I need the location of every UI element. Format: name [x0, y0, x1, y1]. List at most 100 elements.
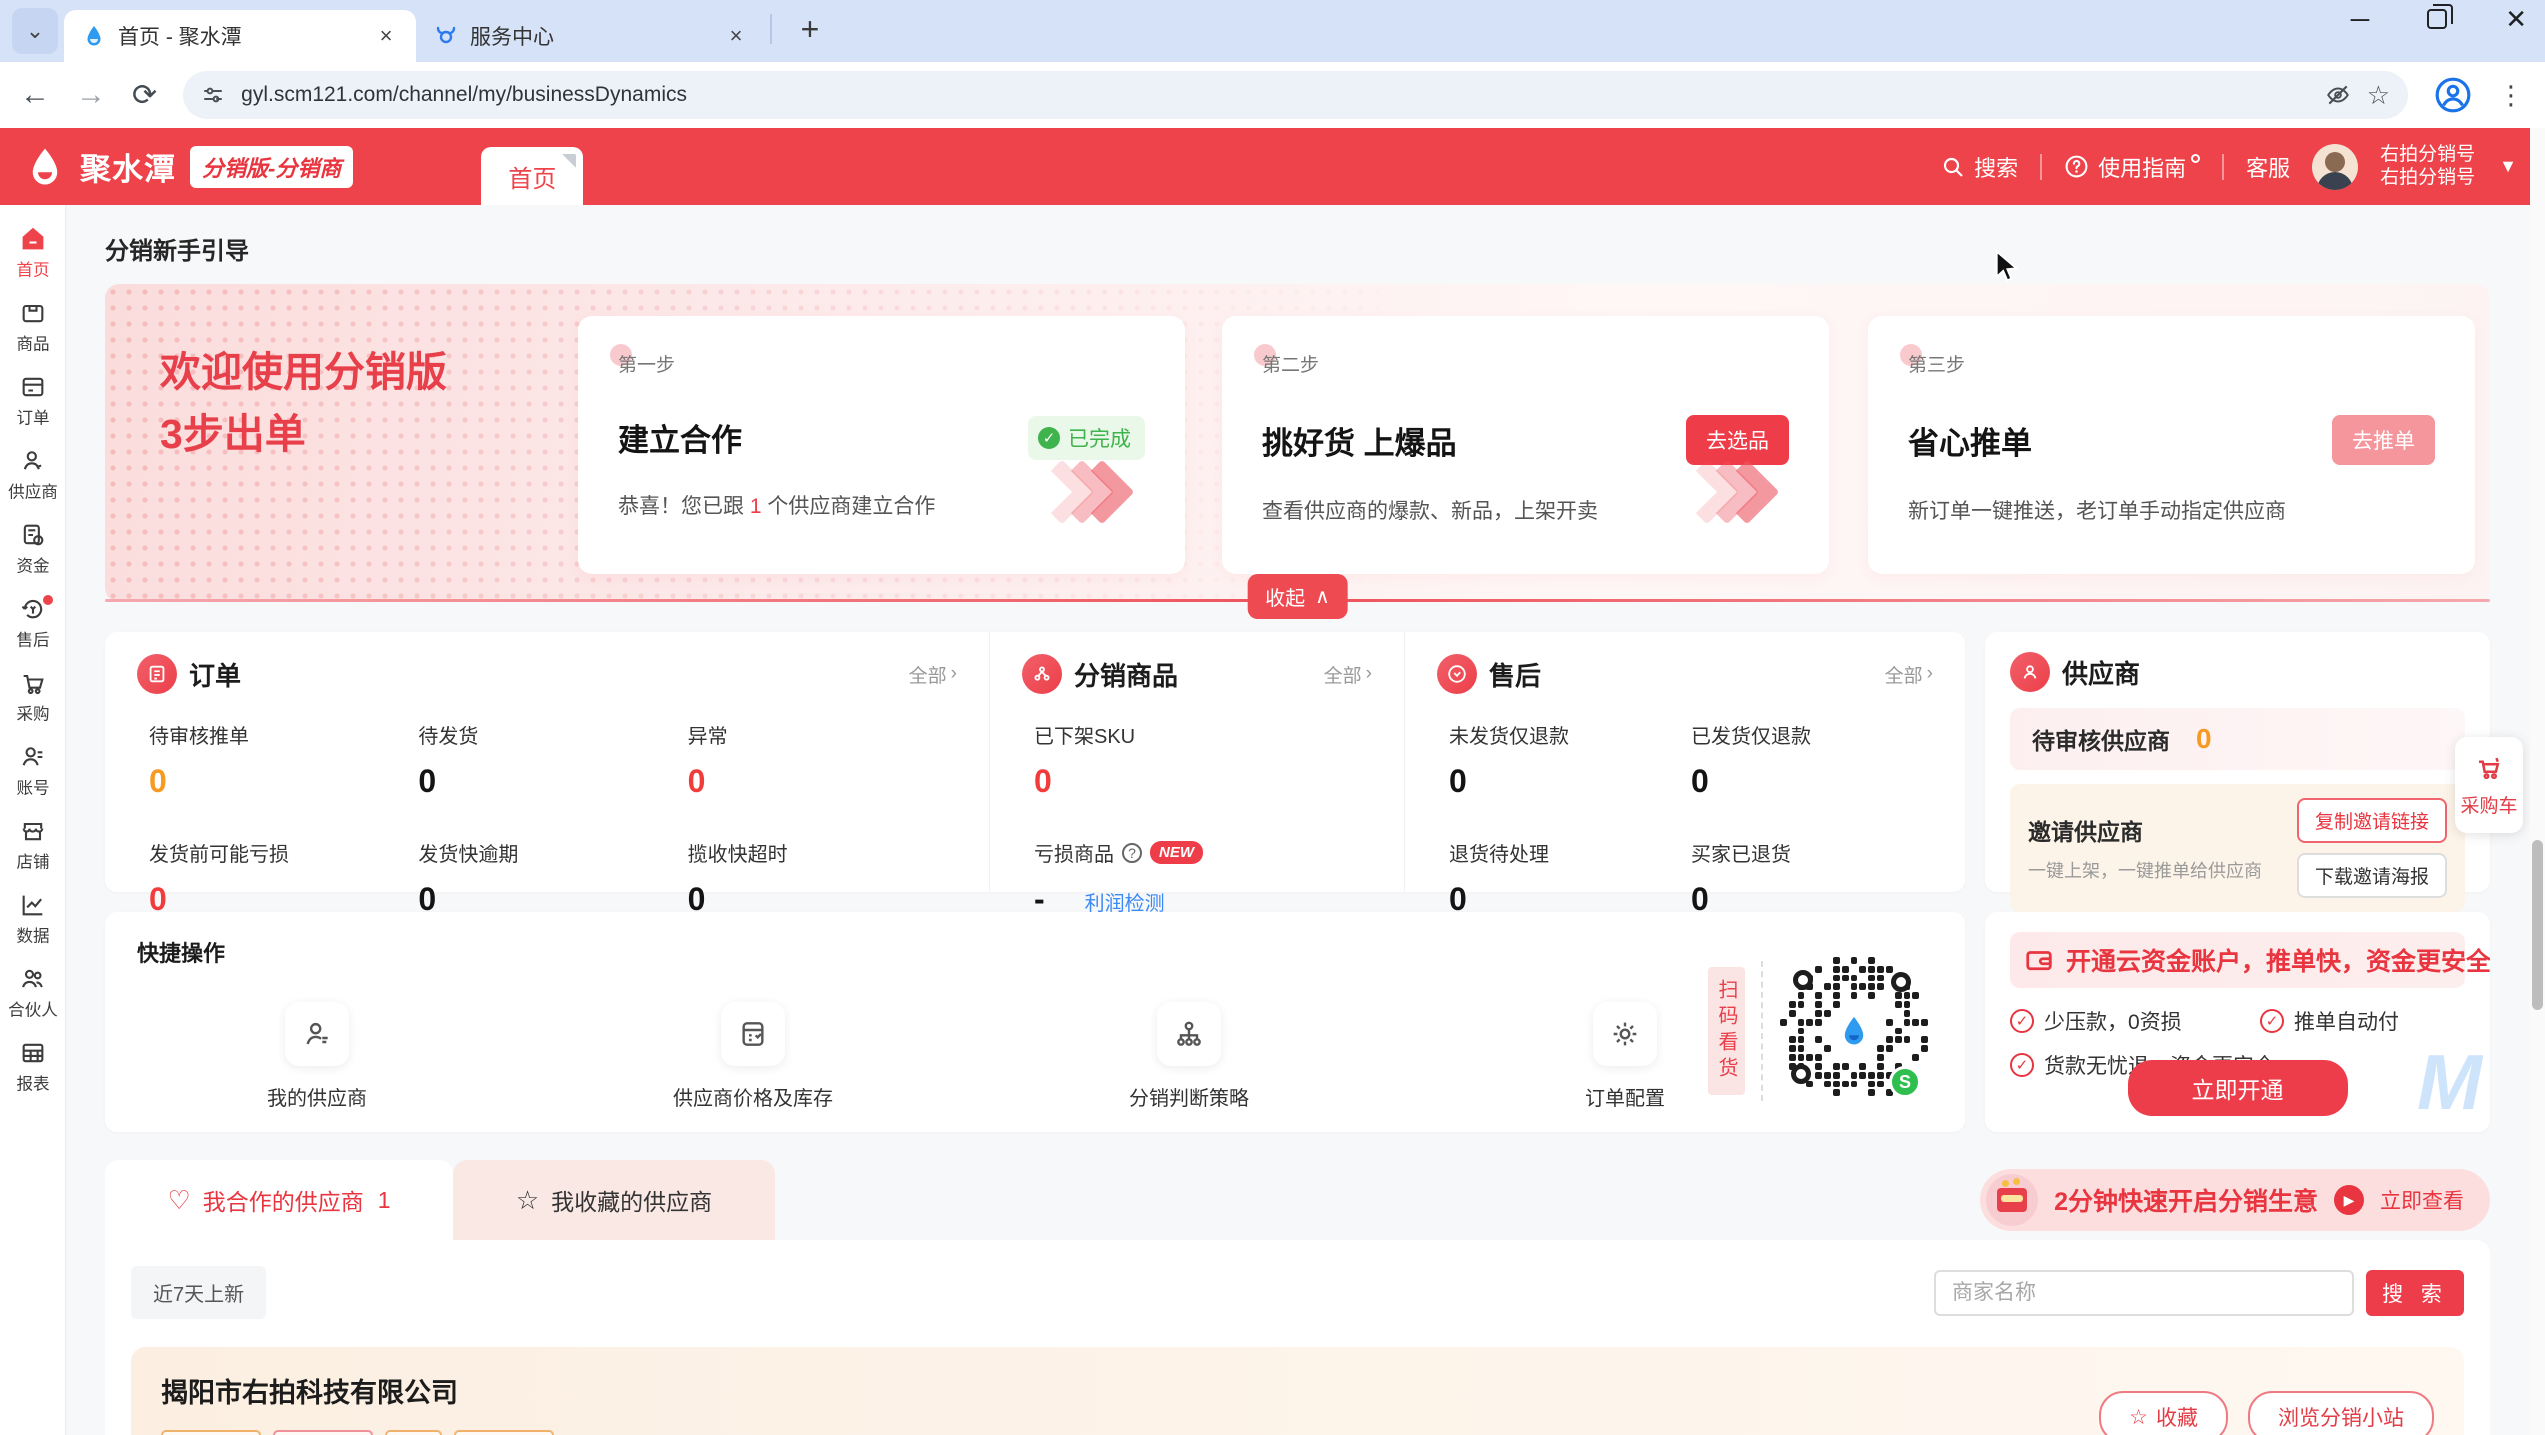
stat-item[interactable]: 发货前可能亏损0: [149, 838, 418, 918]
page-title: 分销新手引导: [105, 231, 2490, 266]
check-icon: ✓: [2010, 1009, 2034, 1033]
aftersales-all-link[interactable]: 全部›: [1885, 661, 1933, 688]
products-all-link[interactable]: 全部›: [1324, 661, 1372, 688]
funds-icon: [19, 521, 47, 549]
step-card-2: 第二步 挑好货 上爆品 去选品 查看供应商的爆款、新品，上架开卖: [1222, 316, 1829, 574]
sidebar-item-suppliers[interactable]: 供应商: [1, 441, 65, 509]
forward-icon[interactable]: →: [76, 78, 106, 112]
merchant-name-input[interactable]: [1934, 1270, 2354, 1316]
wallet-icon: [2024, 945, 2054, 975]
quick-action-distribution-strategy[interactable]: 分销判断策略: [1109, 1002, 1269, 1111]
purchase-cart-float-button[interactable]: 采购车: [2455, 737, 2523, 833]
minimize-button[interactable]: ─: [2351, 6, 2369, 32]
quick-action-supplier-prices[interactable]: 供应商价格及库存: [673, 1002, 833, 1111]
sidebar-item-data[interactable]: 数据: [1, 885, 65, 953]
go-pick-products-button[interactable]: 去选品: [1686, 415, 1789, 465]
sidebar-item-partners[interactable]: 合伙人: [1, 959, 65, 1027]
sidebar-item-shops[interactable]: 店铺: [1, 811, 65, 879]
stat-item[interactable]: 异常0: [688, 720, 957, 800]
browser-tab-home[interactable]: 首页 - 聚水潭 ×: [64, 10, 416, 62]
account-name[interactable]: 右拍分销号 右拍分销号: [2380, 144, 2475, 190]
aftersales-notification-dot: [43, 595, 53, 605]
collect-button[interactable]: ☆收藏: [2099, 1391, 2228, 1435]
sidebar-item-products[interactable]: 商品: [1, 293, 65, 361]
reload-icon[interactable]: ⟳: [132, 78, 157, 113]
sidebar-item-purchase[interactable]: 采购: [1, 663, 65, 731]
orders-all-link[interactable]: 全部›: [909, 661, 957, 688]
search-button[interactable]: 搜 索: [2366, 1270, 2464, 1316]
guide-menu-item[interactable]: 使用指南: [2064, 151, 2200, 183]
stat-item[interactable]: 未发货仅退款0: [1449, 720, 1691, 800]
stat-item[interactable]: 已发货仅退款0: [1691, 720, 1933, 800]
aftersales-icon: [1437, 654, 1477, 694]
edition-badge: 分销版-分销商: [190, 146, 353, 188]
customer-service-menu-item[interactable]: 客服: [2246, 151, 2290, 183]
restore-button[interactable]: [2427, 9, 2447, 29]
suppliers-icon: [2010, 652, 2050, 692]
sidebar-item-home[interactable]: 首页: [1, 219, 65, 287]
stat-item[interactable]: 退货待处理0: [1449, 838, 1691, 918]
sidebar-item-reports[interactable]: 报表: [1, 1033, 65, 1101]
browser-profile-icon[interactable]: [2434, 76, 2472, 114]
data-icon: [19, 891, 47, 919]
tab-favorite-suppliers[interactable]: ☆ 我收藏的供应商: [453, 1160, 775, 1240]
stat-item[interactable]: 待审核推单0: [149, 720, 418, 800]
address-bar[interactable]: gyl.scm121.com/channel/my/businessDynami…: [183, 71, 2408, 119]
stat-item[interactable]: 待发货0: [418, 720, 687, 800]
help-icon[interactable]: ?: [1122, 843, 1142, 863]
bookmark-star-icon[interactable]: ☆: [2367, 80, 2390, 111]
scrollbar-thumb[interactable]: [2532, 840, 2543, 1010]
quick-action-order-config[interactable]: 订单配置: [1545, 1002, 1705, 1111]
close-window-button[interactable]: ✕: [2505, 6, 2527, 32]
copy-invite-link-button[interactable]: 复制邀请链接: [2297, 798, 2447, 843]
chevron-right-icon: ›: [951, 663, 957, 685]
tab-close-icon[interactable]: ×: [372, 22, 400, 50]
sidebar-item-funds[interactable]: 资金: [1, 515, 65, 583]
tab-close-icon[interactable]: ×: [722, 22, 750, 50]
pending-suppliers-box[interactable]: 待审核供应商 0: [2010, 708, 2465, 770]
cloud-wallet-card: 开通云资金账户，推单快，资金更安全 ✓少压款，0资损 ✓推单自动付 ✓货款无忧退…: [1985, 912, 2490, 1132]
my-suppliers-icon: [285, 1002, 349, 1066]
view-now-link[interactable]: 立即查看: [2380, 1185, 2464, 1215]
loss-products-item[interactable]: 亏损商品?NEW -利润检测: [1034, 838, 1372, 918]
go-push-order-button[interactable]: 去推单: [2332, 415, 2435, 465]
page-scrollbar[interactable]: [2530, 128, 2545, 1435]
tab-cooperating-suppliers[interactable]: ♡ 我合作的供应商 1: [105, 1160, 453, 1240]
filter-chip-new-arrivals[interactable]: 近7天上新: [131, 1266, 266, 1319]
open-wallet-button[interactable]: 立即开通: [2128, 1060, 2348, 1116]
search-menu-item[interactable]: 搜索: [1941, 151, 2018, 183]
quick-start-promo[interactable]: 2分钟快速开启分销生意 ▶ 立即查看: [1980, 1169, 2490, 1231]
badge-aftersale-handling: 处理售后: [454, 1430, 554, 1435]
privacy-eye-icon[interactable]: [2325, 82, 2351, 108]
shop-icon: [19, 817, 47, 845]
download-invite-poster-button[interactable]: 下载邀请海报: [2297, 853, 2447, 898]
screen: ⌄ 首页 - 聚水潭 × 服务中心 × + ─ ✕ ← → ⟳ gyl.scm1…: [0, 0, 2545, 1435]
stat-item[interactable]: 买家已退货0: [1691, 838, 1933, 918]
collapse-button[interactable]: 收起 ∧: [1247, 574, 1348, 619]
stat-item[interactable]: 发货快逾期0: [418, 838, 687, 918]
visit-station-button[interactable]: 浏览分销小站: [2248, 1391, 2434, 1435]
order-icon: [19, 373, 47, 401]
price-stock-icon: [721, 1002, 785, 1066]
step-card-3: 第三步 省心推单 去推单 新订单一键推送，老订单手动指定供应商: [1868, 316, 2475, 574]
back-icon[interactable]: ←: [20, 78, 50, 112]
new-tab-button[interactable]: +: [790, 11, 830, 48]
account-icon: [19, 743, 47, 771]
quick-action-my-suppliers[interactable]: 我的供应商: [237, 1002, 397, 1111]
account-caret-icon[interactable]: ▼: [2499, 156, 2517, 177]
url-text[interactable]: gyl.scm121.com/channel/my/businessDynami…: [241, 83, 2309, 107]
supplier-company-card[interactable]: 揭阳市右拍科技有限公司 在线支付 推广赚钱 VIP 处理售后 ☆收藏 浏览分销小…: [131, 1347, 2464, 1435]
sidebar-item-account[interactable]: 账号: [1, 737, 65, 805]
qr-code-wrap: S: [1779, 956, 1929, 1106]
stat-item[interactable]: 已下架SKU0: [1034, 720, 1372, 800]
browser-tab-service[interactable]: 服务中心 ×: [416, 10, 766, 62]
browser-menu-icon[interactable]: ⋮: [2498, 80, 2525, 111]
tab-search-button[interactable]: ⌄: [12, 8, 58, 54]
sidebar-item-aftersales[interactable]: 售后: [1, 589, 65, 657]
site-settings-icon[interactable]: [201, 83, 225, 107]
sidebar-item-orders[interactable]: 订单: [1, 367, 65, 435]
chevron-right-icon: ›: [1927, 663, 1933, 685]
nav-tab-home[interactable]: 首页: [481, 147, 583, 205]
stat-item[interactable]: 揽收快超时0: [688, 838, 957, 918]
user-avatar[interactable]: [2312, 144, 2358, 190]
